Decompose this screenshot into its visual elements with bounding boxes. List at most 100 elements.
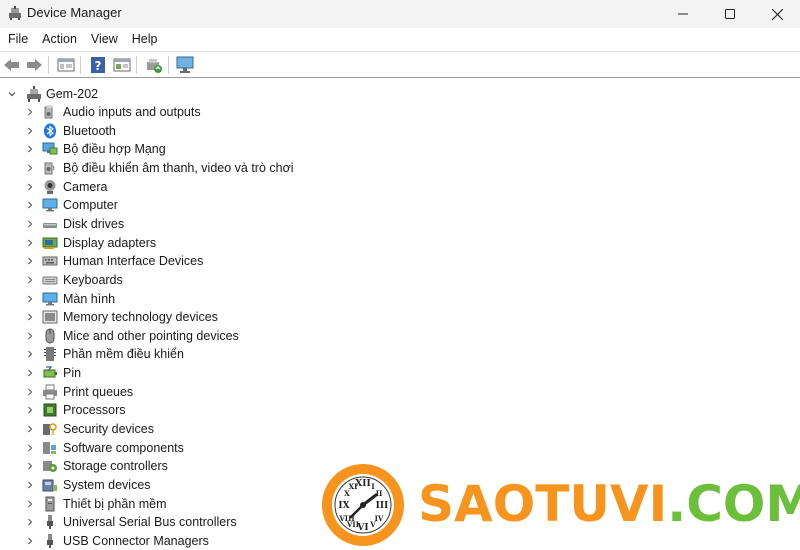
- toolbar-separator: [80, 56, 81, 74]
- tree-node-camera[interactable]: Camera: [24, 178, 107, 196]
- tree-node-hid[interactable]: Human Interface Devices: [24, 252, 203, 270]
- properties-button[interactable]: [56, 55, 76, 75]
- camera-icon: [42, 179, 58, 195]
- chevron-right-icon[interactable]: [24, 162, 36, 174]
- tree-root-computer[interactable]: Gem-202: [6, 85, 98, 103]
- update-driver-button[interactable]: [144, 55, 164, 75]
- chevron-right-icon[interactable]: [24, 423, 36, 435]
- tree-node-label: Audio inputs and outputs: [63, 105, 201, 119]
- svg-text:II: II: [376, 489, 383, 498]
- tree-node-computer[interactable]: Computer: [24, 196, 118, 214]
- computer-icon: [42, 197, 58, 213]
- tree-node-sound-controller[interactable]: Bộ điều khiển âm thanh, video và trò chơ…: [24, 159, 294, 177]
- chevron-right-icon[interactable]: [24, 218, 36, 230]
- tree-node-label: System devices: [63, 478, 151, 492]
- chevron-right-icon[interactable]: [24, 199, 36, 211]
- menu-bar: File Action View Help: [0, 28, 800, 50]
- chevron-right-icon[interactable]: [24, 106, 36, 118]
- tree-node-keyboard[interactable]: Keyboards: [24, 271, 123, 289]
- tree-node-network-adapter[interactable]: Bộ điều hợp Mạng: [24, 140, 166, 158]
- close-button[interactable]: [754, 0, 800, 28]
- tree-node-software-component[interactable]: Software components: [24, 439, 184, 457]
- tree-node-label: Display adapters: [63, 235, 157, 250]
- svg-text:IX: IX: [338, 501, 349, 511]
- menu-help[interactable]: Help: [125, 28, 165, 50]
- tree-node-bluetooth[interactable]: Bluetooth: [24, 122, 116, 140]
- tree-node-firmware[interactable]: Phần mềm điều khiển: [24, 345, 184, 363]
- tree-node-label: Disk drives: [63, 216, 125, 231]
- tree-node-usb-controller[interactable]: Universal Serial Bus controllers: [24, 513, 237, 531]
- tree-node-security-device[interactable]: Security devices: [24, 420, 154, 438]
- chevron-right-icon[interactable]: [24, 255, 36, 267]
- processor-icon: [42, 402, 58, 418]
- chevron-right-icon[interactable]: [24, 386, 36, 398]
- tree-node-label: Mice and other pointing devices: [63, 328, 239, 343]
- tree-node-label: Bộ điều hợp Mạng: [63, 142, 166, 157]
- chevron-right-icon[interactable]: [24, 442, 36, 454]
- tree-node-processor[interactable]: Processors: [24, 401, 126, 419]
- speaker-icon: [42, 104, 58, 120]
- chevron-down-icon[interactable]: [6, 88, 18, 100]
- chevron-right-icon[interactable]: [24, 181, 36, 193]
- menu-action[interactable]: Action: [35, 28, 84, 50]
- chevron-right-icon[interactable]: [24, 311, 36, 323]
- firmware-icon: [42, 346, 58, 362]
- svg-text:XII: XII: [355, 479, 370, 489]
- tree-node-label: Bộ điều khiển âm thanh, video và trò chơ…: [63, 160, 294, 175]
- chevron-right-icon[interactable]: [24, 125, 36, 137]
- tree-node-display-adapter[interactable]: Display adapters: [24, 234, 156, 252]
- tree-node-label: Processors: [63, 403, 126, 418]
- tree-node-storage-controller[interactable]: Storage controllers: [24, 457, 168, 475]
- chevron-right-icon[interactable]: [24, 237, 36, 249]
- tree-node-label: Human Interface Devices: [63, 254, 204, 269]
- system-device-icon: [42, 477, 58, 493]
- chevron-right-icon[interactable]: [24, 498, 36, 510]
- disk-drive-icon: [42, 216, 58, 232]
- show-hidden-button[interactable]: [112, 55, 132, 75]
- display-adapter-icon: [42, 235, 58, 251]
- chevron-right-icon[interactable]: [24, 404, 36, 416]
- chevron-right-icon[interactable]: [24, 460, 36, 472]
- back-button[interactable]: [2, 55, 22, 75]
- tree-node-software-device[interactable]: Thiết bị phần mềm: [24, 495, 167, 513]
- usb-controller-icon: [42, 514, 58, 530]
- help-button[interactable]: ?: [88, 55, 108, 75]
- chevron-right-icon[interactable]: [24, 367, 36, 379]
- chevron-right-icon[interactable]: [24, 479, 36, 491]
- watermark-text: SAOTUVI.COM: [418, 474, 800, 534]
- minimize-button[interactable]: [660, 0, 706, 28]
- maximize-icon: [725, 9, 735, 19]
- chevron-right-icon[interactable]: [24, 535, 36, 547]
- chevron-right-icon[interactable]: [24, 348, 36, 360]
- tree-node-usb-connector[interactable]: USB Connector Managers: [24, 532, 209, 550]
- maximize-button[interactable]: [707, 0, 753, 28]
- menu-view[interactable]: View: [84, 28, 125, 50]
- tree-node-label: Universal Serial Bus controllers: [63, 515, 237, 530]
- chevron-right-icon[interactable]: [24, 330, 36, 342]
- properties-icon: [57, 58, 75, 72]
- software-component-icon: [42, 440, 58, 456]
- tree-node-disk-drive[interactable]: Disk drives: [24, 215, 124, 233]
- forward-button[interactable]: [24, 55, 44, 75]
- chevron-right-icon[interactable]: [24, 516, 36, 528]
- menu-file[interactable]: File: [1, 28, 35, 50]
- chevron-right-icon[interactable]: [24, 143, 36, 155]
- tree-node-memory-device[interactable]: Memory technology devices: [24, 308, 218, 326]
- scan-hardware-button[interactable]: [176, 55, 196, 75]
- usb-connector-icon: [42, 533, 58, 549]
- tree-root-label: Gem-202: [46, 87, 99, 101]
- tree-node-label: Software components: [63, 440, 184, 455]
- tree-node-battery[interactable]: Pin: [24, 364, 81, 382]
- chevron-right-icon[interactable]: [24, 274, 36, 286]
- tree-node-mouse[interactable]: Mice and other pointing devices: [24, 327, 239, 345]
- tree-node-speaker[interactable]: Audio inputs and outputs: [24, 103, 201, 121]
- mouse-icon: [42, 328, 58, 344]
- title-bar: Device Manager: [0, 0, 800, 28]
- tree-node-monitor[interactable]: Màn hình: [24, 290, 115, 308]
- chevron-right-icon[interactable]: [24, 293, 36, 305]
- tree-node-system-device[interactable]: System devices: [24, 476, 151, 494]
- memory-device-icon: [42, 309, 58, 325]
- battery-icon: [42, 365, 58, 381]
- tree-node-label: Storage controllers: [63, 459, 168, 474]
- tree-node-printer[interactable]: Print queues: [24, 383, 133, 401]
